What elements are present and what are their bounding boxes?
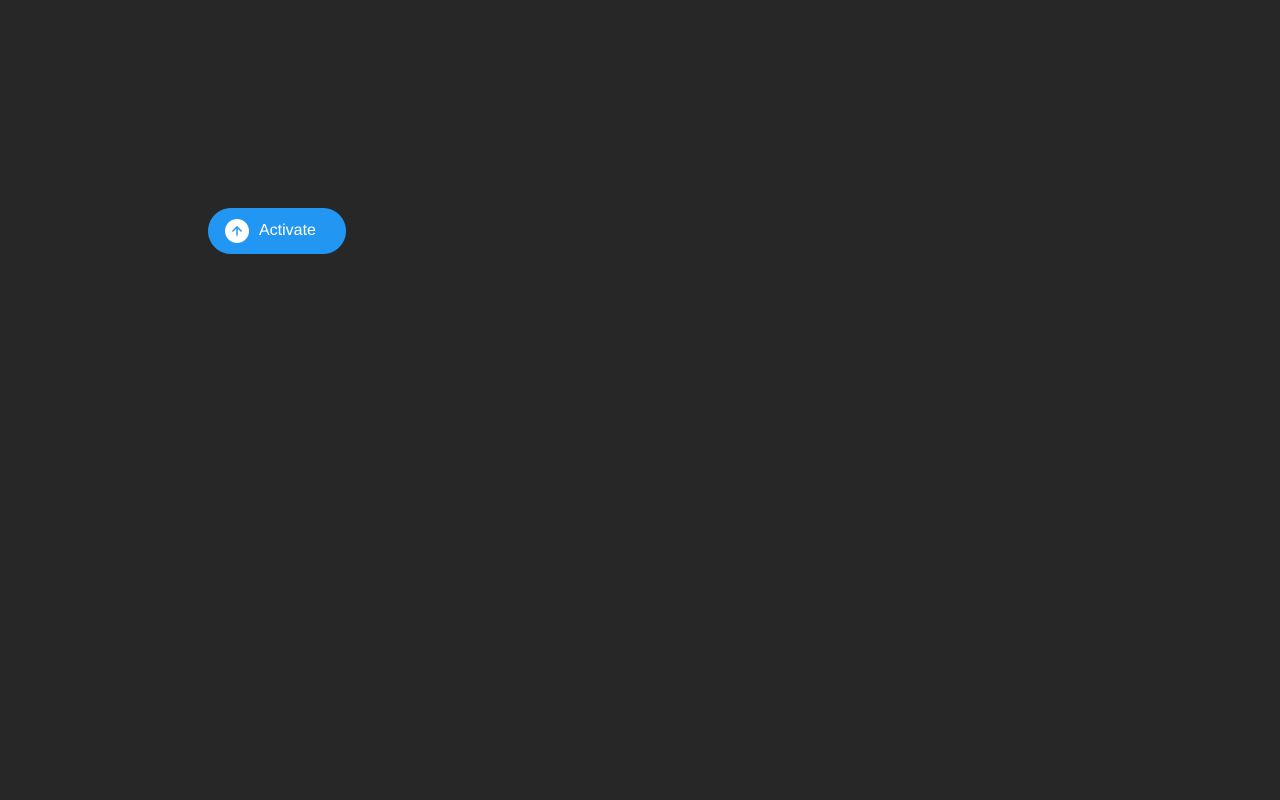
activate-button-label: Activate [259, 219, 316, 243]
arrow-up-icon [225, 219, 249, 243]
activate-button[interactable]: Activate [208, 208, 346, 254]
